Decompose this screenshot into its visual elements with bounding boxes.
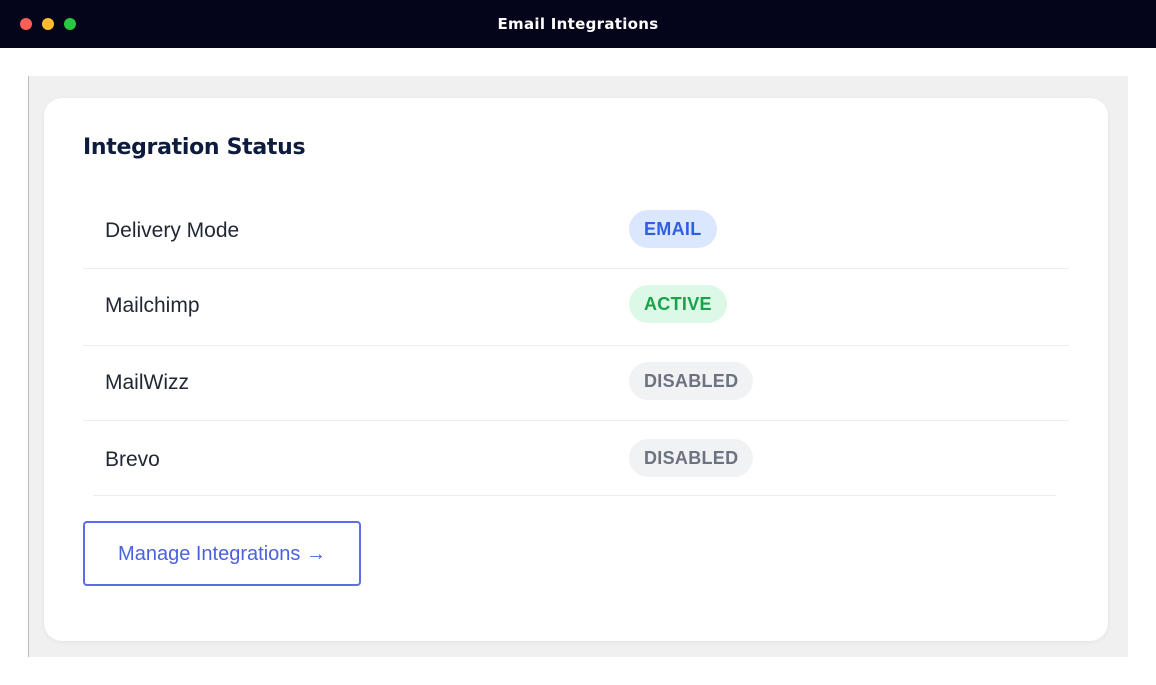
status-row-label: Brevo — [105, 448, 160, 471]
card-title: Integration Status — [83, 135, 306, 160]
status-badge: EMAIL — [629, 210, 717, 248]
integration-status-card: Integration Status Delivery Mode EMAIL M… — [44, 98, 1108, 641]
status-row-label: Delivery Mode — [105, 219, 240, 242]
status-row-delivery-mode: Delivery Mode EMAIL — [83, 194, 1069, 269]
status-badge: DISABLED — [629, 362, 754, 400]
status-row-label: MailWizz — [105, 371, 189, 394]
window-titlebar: Email Integrations — [0, 0, 1156, 48]
integration-status-list: Delivery Mode EMAIL Mailchimp ACTIVE Mai… — [83, 194, 1069, 496]
status-badge: DISABLED — [629, 439, 754, 477]
status-row-label: Mailchimp — [105, 294, 200, 317]
content-area: Integration Status Delivery Mode EMAIL M… — [28, 76, 1128, 657]
status-row-brevo: Brevo DISABLED — [93, 421, 1056, 496]
status-row-mailwizz: MailWizz DISABLED — [83, 346, 1069, 421]
window-title: Email Integrations — [497, 15, 659, 33]
status-badge: ACTIVE — [629, 285, 727, 323]
status-row-mailchimp: Mailchimp ACTIVE — [83, 269, 1069, 346]
manage-integrations-button[interactable]: Manage Integrations → — [83, 521, 361, 586]
